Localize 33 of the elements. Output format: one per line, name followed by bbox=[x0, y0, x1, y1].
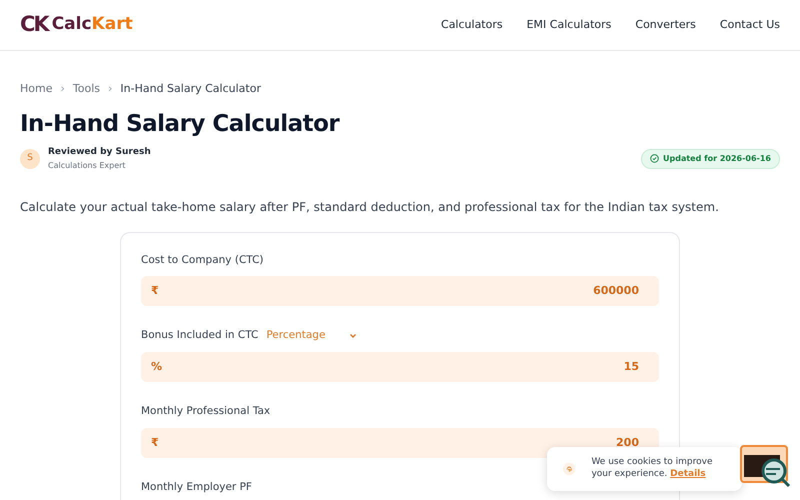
nav-link[interactable]: Calculators bbox=[441, 16, 503, 34]
brand-name[interactable]: CalcKart bbox=[52, 12, 133, 38]
caret-icon bbox=[349, 333, 358, 340]
amount-input[interactable]: 600000 bbox=[574, 283, 639, 300]
details-link[interactable]: Details bbox=[670, 469, 706, 479]
page-title: In-Hand Salary Calculator bbox=[20, 110, 341, 138]
nav-link[interactable]: EMI Calculators bbox=[526, 16, 612, 34]
nav-link[interactable]: Converters bbox=[635, 16, 696, 34]
unit-label: ₹ bbox=[151, 283, 159, 300]
breadcrumb-link[interactable]: Home bbox=[20, 81, 52, 98]
field-label: Cost to Company (CTC) bbox=[141, 252, 264, 268]
updated-badge: Updated for 2026-06-16 bbox=[641, 148, 780, 169]
logo-mark[interactable]: CK bbox=[20, 9, 48, 41]
breadcrumb-link[interactable]: Tools bbox=[72, 81, 100, 98]
reviewer-role: Calculations Expert bbox=[48, 160, 127, 172]
description: Calculate your actual take-home salary after PF, standard deduction, and professional tax for the Indian tax system. bbox=[20, 198, 720, 216]
nav-link[interactable]: Contact Us bbox=[720, 16, 780, 34]
avatar: S bbox=[20, 148, 40, 169]
field-label: Monthly Employer PF bbox=[141, 480, 252, 495]
reviewer-name: Reviewed by Suresh bbox=[48, 146, 151, 160]
breadcrumb-current: In-Hand Salary Calculator bbox=[120, 81, 261, 97]
unit-label: ₹ bbox=[151, 434, 159, 451]
bonus-type-dropdown[interactable]: Percentage bbox=[266, 328, 358, 344]
check-circle-icon bbox=[650, 154, 659, 164]
search-widget-icon[interactable] bbox=[740, 445, 792, 489]
field-label: Monthly Professional Tax bbox=[141, 404, 270, 420]
amount-input[interactable]: 200 bbox=[593, 434, 639, 452]
cookie-message: We use cookies to improve your experience. Details bbox=[591, 457, 714, 481]
amount-input[interactable]: 15 bbox=[599, 358, 639, 376]
field-label: Bonus Included in CTC bbox=[141, 328, 258, 344]
breadcrumb-separator: › bbox=[108, 81, 112, 97]
unit-label: % bbox=[151, 358, 162, 375]
breadcrumb-separator: › bbox=[60, 81, 65, 97]
